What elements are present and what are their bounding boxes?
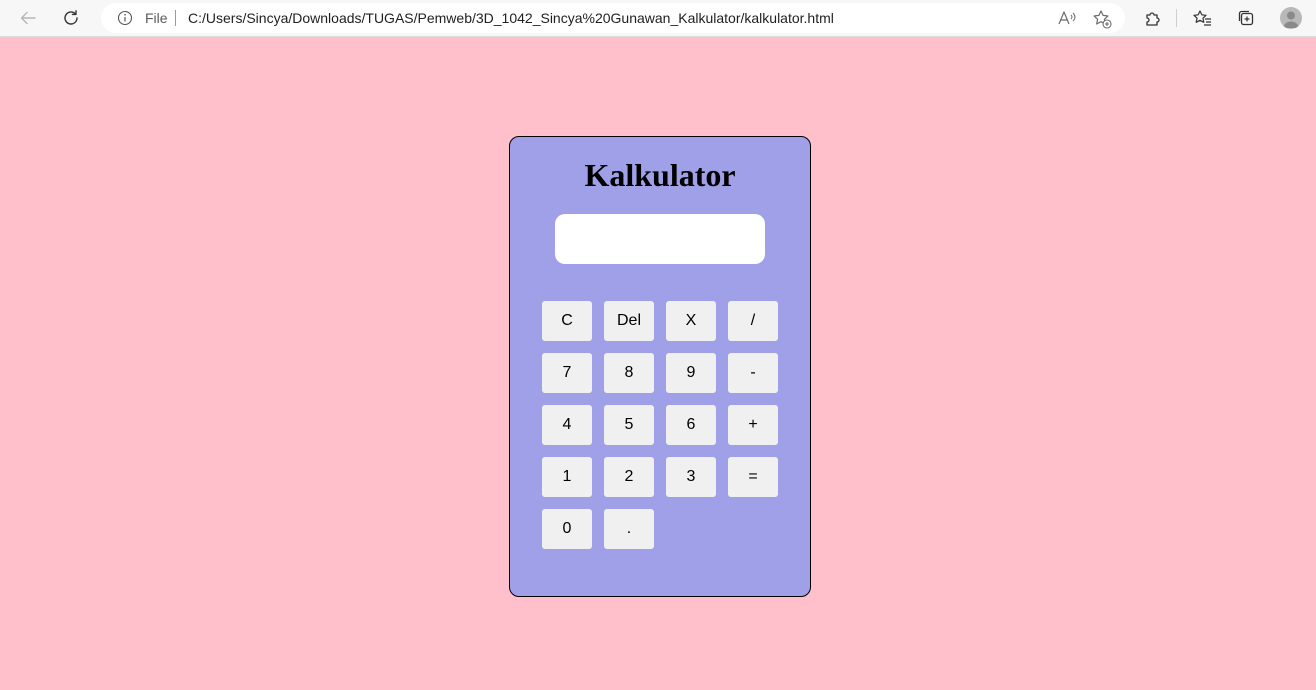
info-icon[interactable] <box>117 10 133 26</box>
profile-button[interactable] <box>1277 4 1305 32</box>
divide-button[interactable]: / <box>728 301 778 341</box>
browser-toolbar: File C:/Users/Sincya/Downloads/TUGAS/Pem… <box>0 0 1316 37</box>
digit-7-button[interactable]: 7 <box>542 353 592 393</box>
clear-button[interactable]: C <box>542 301 592 341</box>
calculator: Kalkulator C Del X / 7 8 9 - 4 5 6 + 1 2… <box>509 136 811 597</box>
digit-1-button[interactable]: 1 <box>542 457 592 497</box>
digit-6-button[interactable]: 6 <box>666 405 716 445</box>
digit-9-button[interactable]: 9 <box>666 353 716 393</box>
back-button[interactable] <box>14 4 42 32</box>
reload-button[interactable] <box>57 4 85 32</box>
keypad: C Del X / 7 8 9 - 4 5 6 + 1 2 3 = 0 . <box>542 301 778 549</box>
multiply-button[interactable]: X <box>666 301 716 341</box>
add-favorite-icon[interactable] <box>1092 9 1112 29</box>
digit-2-button[interactable]: 2 <box>604 457 654 497</box>
delete-button[interactable]: Del <box>604 301 654 341</box>
person-icon <box>1283 11 1299 28</box>
subtract-button[interactable]: - <box>728 353 778 393</box>
read-aloud-icon[interactable] <box>1057 9 1077 27</box>
calculator-display[interactable] <box>555 214 765 264</box>
puzzle-icon <box>1146 12 1160 26</box>
collections-icon <box>1238 10 1254 26</box>
favorites-list-icon <box>1193 10 1211 26</box>
extensions-button[interactable] <box>1139 4 1167 32</box>
digit-5-button[interactable]: 5 <box>604 405 654 445</box>
digit-3-button[interactable]: 3 <box>666 457 716 497</box>
collections-button[interactable] <box>1232 4 1260 32</box>
decimal-point-button[interactable]: . <box>604 509 654 549</box>
address-divider <box>175 10 176 26</box>
avatar <box>1280 7 1302 29</box>
add-button[interactable]: + <box>728 405 778 445</box>
arrow-left-icon <box>20 11 36 25</box>
toolbar-divider <box>1176 9 1177 27</box>
equals-button[interactable]: = <box>728 457 778 497</box>
refresh-icon <box>64 10 78 25</box>
site-info-label[interactable]: File <box>145 10 168 26</box>
digit-4-button[interactable]: 4 <box>542 405 592 445</box>
digit-0-button[interactable]: 0 <box>542 509 592 549</box>
calculator-title: Kalkulator <box>584 157 736 193</box>
address-bar[interactable]: File C:/Users/Sincya/Downloads/TUGAS/Pem… <box>101 3 1125 33</box>
favorites-button[interactable] <box>1188 4 1216 32</box>
digit-8-button[interactable]: 8 <box>604 353 654 393</box>
url-text[interactable]: C:/Users/Sincya/Downloads/TUGAS/Pemweb/3… <box>188 10 834 26</box>
